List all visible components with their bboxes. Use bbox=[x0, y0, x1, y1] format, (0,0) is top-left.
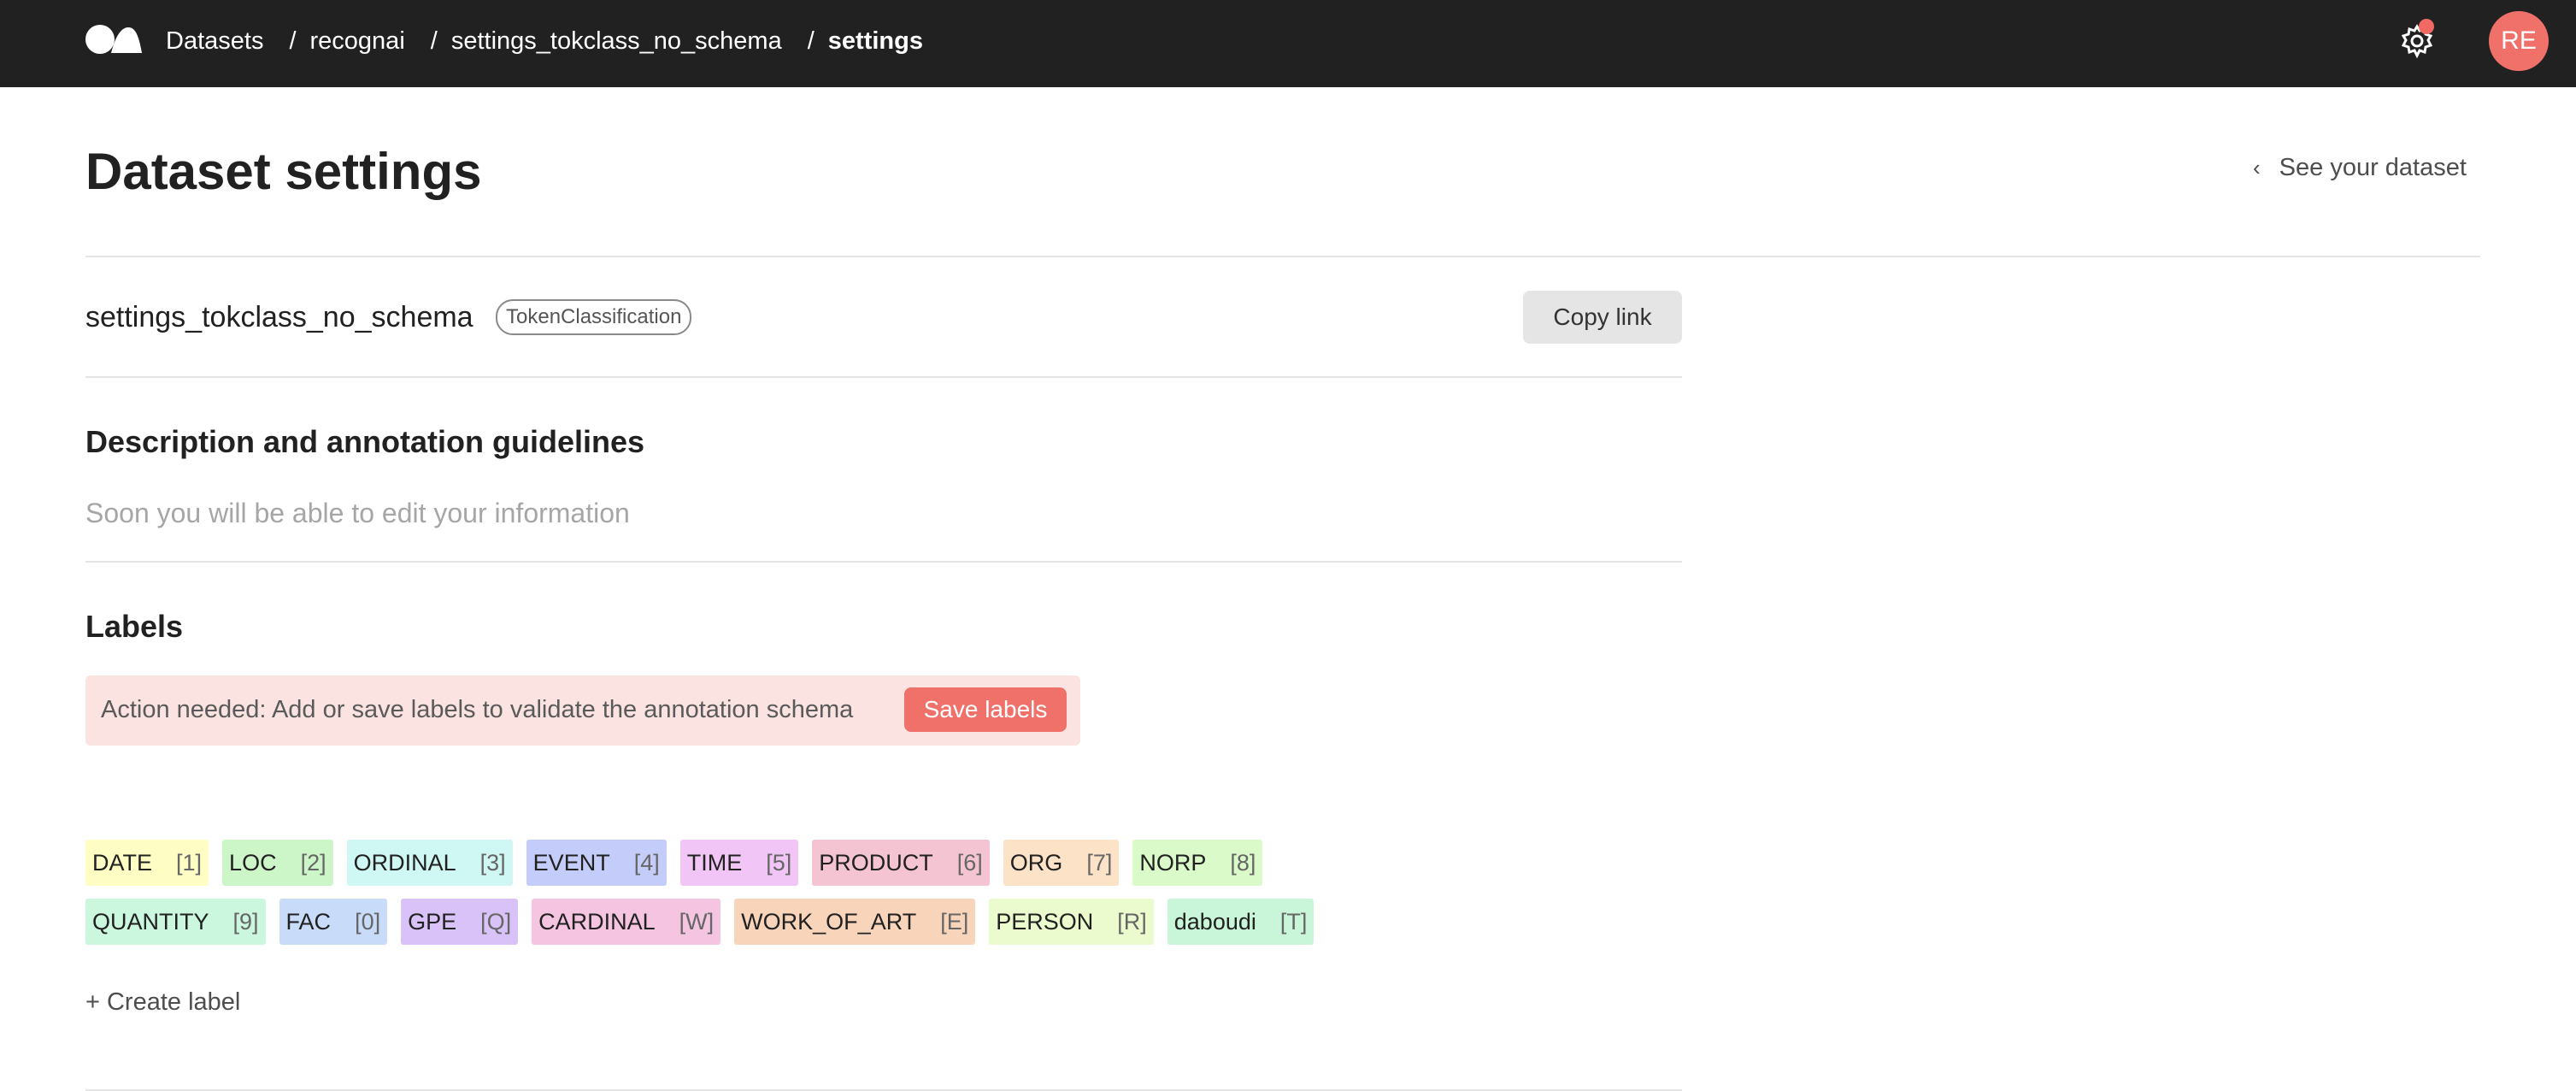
label-chip[interactable]: LOC [2] bbox=[222, 840, 333, 886]
label-shortcut: [E] bbox=[940, 908, 969, 935]
description-placeholder: Soon you will be able to edit your infor… bbox=[85, 498, 630, 528]
label-chip[interactable]: ORDINAL [3] bbox=[346, 840, 513, 886]
notification-dot bbox=[2419, 19, 2434, 34]
label-shortcut: [4] bbox=[633, 849, 660, 876]
see-your-dataset-link[interactable]: ‹ See your dataset bbox=[2253, 154, 2467, 182]
label-chip[interactable]: PRODUCT [6] bbox=[812, 840, 990, 886]
label-name: WORK_OF_ART bbox=[741, 908, 917, 935]
label-chip[interactable]: PERSON [R] bbox=[989, 899, 1154, 945]
label-chip[interactable]: EVENT [4] bbox=[526, 840, 667, 886]
create-label-button[interactable]: + Create label bbox=[85, 988, 240, 1017]
breadcrumb-separator: / bbox=[807, 27, 815, 55]
dataset-name: settings_tokclass_no_schema bbox=[85, 301, 473, 333]
label-name: TIME bbox=[686, 849, 743, 876]
label-name: GPE bbox=[408, 908, 457, 935]
breadcrumb-dataset[interactable]: settings_tokclass_no_schema bbox=[451, 27, 782, 56]
label-name: daboudi bbox=[1173, 908, 1256, 935]
label-shortcut: [T] bbox=[1279, 908, 1308, 935]
label-name: NORP bbox=[1139, 849, 1207, 876]
alert-message: Action needed: Add or save labels to val… bbox=[101, 696, 854, 723]
label-chip[interactable]: QUANTITY [9] bbox=[85, 899, 266, 945]
breadcrumb: Datasets / recognai / settings_tokclass_… bbox=[166, 0, 923, 82]
label-name: LOC bbox=[229, 849, 277, 876]
label-chip[interactable]: DATE [1] bbox=[85, 840, 209, 886]
page-title: Dataset settings bbox=[85, 143, 482, 200]
breadcrumb-separator: / bbox=[289, 27, 297, 55]
label-shortcut: [9] bbox=[232, 908, 259, 935]
label-shortcut: [7] bbox=[1086, 849, 1113, 876]
argilla-logo-icon[interactable] bbox=[85, 24, 144, 55]
label-name: DATE bbox=[92, 849, 153, 876]
section-divider bbox=[85, 561, 1682, 563]
copy-link-button[interactable]: Copy link bbox=[1523, 291, 1682, 344]
section-divider bbox=[85, 376, 1682, 378]
label-shortcut: [2] bbox=[300, 849, 326, 876]
user-avatar[interactable]: RE bbox=[2489, 11, 2549, 71]
label-name: QUANTITY bbox=[92, 908, 209, 935]
label-name: PERSON bbox=[996, 908, 1094, 935]
label-chip[interactable]: TIME [5] bbox=[679, 840, 799, 886]
label-chip[interactable]: ORG [7] bbox=[1003, 840, 1120, 886]
label-shortcut: [R] bbox=[1117, 908, 1147, 935]
label-shortcut: [Q] bbox=[480, 908, 512, 935]
schema-alert: Action needed: Add or save labels to val… bbox=[85, 675, 1080, 746]
label-name: FAC bbox=[285, 908, 332, 935]
label-name: ORDINAL bbox=[353, 849, 456, 876]
label-chip[interactable]: FAC [0] bbox=[279, 899, 388, 945]
breadcrumb-datasets[interactable]: Datasets bbox=[166, 27, 263, 56]
label-shortcut: [5] bbox=[766, 849, 792, 876]
label-chip[interactable]: CARDINAL [W] bbox=[532, 899, 721, 945]
label-name: EVENT bbox=[532, 849, 610, 876]
label-shortcut: [1] bbox=[176, 849, 203, 876]
breadcrumb-current-page: settings bbox=[827, 27, 923, 55]
label-shortcut: [W] bbox=[679, 908, 715, 935]
label-chip[interactable]: GPE [Q] bbox=[401, 899, 519, 945]
label-name: ORG bbox=[1009, 849, 1063, 876]
task-type-badge: TokenClassification bbox=[496, 299, 692, 335]
breadcrumb-workspace[interactable]: recognai bbox=[310, 27, 405, 56]
label-shortcut: [3] bbox=[479, 849, 506, 876]
label-shortcut: [8] bbox=[1230, 849, 1256, 876]
label-shortcut: [6] bbox=[956, 849, 983, 876]
label-chip[interactable]: WORK_OF_ART [E] bbox=[734, 899, 976, 945]
label-shortcut: [0] bbox=[355, 908, 381, 935]
label-chip[interactable]: daboudi [T] bbox=[1167, 899, 1314, 945]
label-name: CARDINAL bbox=[538, 908, 656, 935]
label-chip[interactable]: NORP [8] bbox=[1132, 840, 1263, 886]
breadcrumb-separator: / bbox=[430, 27, 438, 55]
save-labels-button[interactable]: Save labels bbox=[904, 687, 1067, 732]
label-name: PRODUCT bbox=[819, 849, 933, 876]
top-navigation-bar: Datasets / recognai / settings_tokclass_… bbox=[0, 0, 2576, 87]
description-section-title: Description and annotation guidelines bbox=[85, 424, 645, 459]
see-your-dataset-label: See your dataset bbox=[2279, 154, 2467, 181]
labels-row: QUANTITY [9] FAC [0] GPE [Q] CARDINAL [W] WORK_O… bbox=[85, 899, 1314, 945]
labels-section-title: Labels bbox=[85, 609, 184, 644]
chevron-left-icon: ‹ bbox=[2253, 155, 2261, 180]
labels-row: DATE [1] LOC [2] ORDINAL [3] EVENT [4] TIME [5] PR… bbox=[85, 840, 1263, 886]
header-divider bbox=[85, 256, 2480, 257]
